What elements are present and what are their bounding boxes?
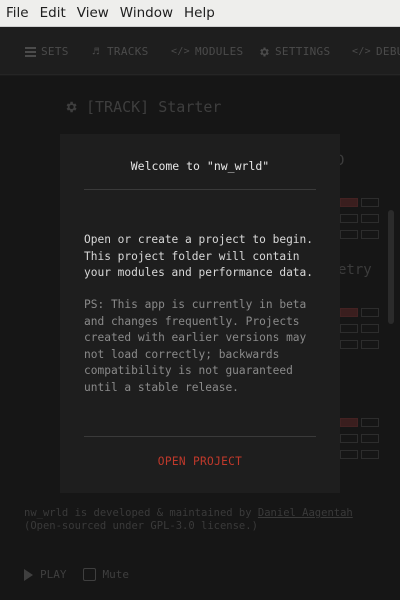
gear-icon	[258, 46, 270, 58]
step-cell[interactable]	[340, 214, 358, 223]
play-button-label[interactable]: PLAY	[40, 568, 67, 581]
nav-tracks[interactable]: ♬ TRACKS	[90, 45, 149, 58]
step-cell[interactable]	[340, 230, 358, 239]
modal-description: Open or create a project to begin. This …	[84, 233, 314, 279]
menu-file[interactable]: File	[1, 5, 34, 21]
divider	[84, 189, 316, 190]
nav-debug[interactable]: </> DEBUG	[352, 45, 400, 58]
sequencer-row	[340, 214, 379, 223]
credits-text: nw_wrld is developed & maintained by Dan…	[24, 507, 353, 533]
step-cell[interactable]	[361, 418, 379, 427]
credits-line-1: nw_wrld is developed & maintained by Dan…	[24, 507, 353, 520]
app-nav: SETS ♬ TRACKS </> MODULES SETTINGS </> D…	[0, 27, 400, 75]
sequencer-row	[340, 434, 379, 443]
vertical-scrollbar[interactable]	[388, 210, 394, 324]
sequencer-row	[340, 340, 379, 349]
step-cell[interactable]	[361, 308, 379, 317]
mute-label[interactable]: Mute	[103, 568, 130, 581]
play-icon[interactable]	[24, 568, 33, 581]
step-cell[interactable]	[361, 198, 379, 207]
step-cell[interactable]	[361, 324, 379, 333]
nav-tracks-label: TRACKS	[107, 45, 149, 58]
step-cell[interactable]	[340, 324, 358, 333]
nav-settings[interactable]: SETTINGS	[258, 45, 330, 58]
divider	[84, 436, 316, 437]
nav-debug-label: DEBUG	[375, 45, 400, 58]
nav-modules-label: MODULES	[194, 45, 244, 58]
os-menu-bar: File Edit View Window Help	[0, 0, 400, 27]
credits-prefix: nw_wrld is developed & maintained by	[24, 507, 258, 519]
step-cell[interactable]	[340, 198, 358, 207]
step-cell[interactable]	[361, 340, 379, 349]
menu-view[interactable]: View	[72, 5, 114, 21]
module-heading-fragment: etry	[338, 262, 372, 278]
sequencer-row	[340, 450, 379, 459]
step-cell[interactable]	[340, 308, 358, 317]
code-icon: </>	[171, 46, 190, 57]
player-controls: PLAY Mute	[24, 568, 129, 581]
welcome-modal: Welcome to "nw_wrld" Open or create a pr…	[60, 134, 340, 493]
menu-edit[interactable]: Edit	[35, 5, 71, 21]
sequencer-row	[340, 308, 379, 317]
music-note-icon: ♬	[92, 45, 100, 58]
step-cell[interactable]	[361, 230, 379, 239]
step-cell[interactable]	[361, 214, 379, 223]
track-title: [TRACK] Starter	[86, 98, 222, 116]
sequencer-row	[340, 198, 379, 207]
sequencer-row	[340, 418, 379, 427]
sequencer-row	[340, 230, 379, 239]
nav-sets[interactable]: SETS	[24, 45, 69, 58]
menu-window[interactable]: Window	[115, 5, 178, 21]
credits-line-2: (Open-sourced under GPL-3.0 license.)	[24, 520, 258, 532]
step-cell[interactable]	[340, 418, 358, 427]
nav-settings-label: SETTINGS	[275, 45, 331, 58]
gear-icon[interactable]	[64, 100, 78, 114]
step-cell[interactable]	[361, 450, 379, 459]
nav-sets-label: SETS	[41, 45, 69, 58]
modal-title: Welcome to "nw_wrld"	[130, 159, 270, 173]
open-project-button[interactable]: OPEN PROJECT	[84, 446, 316, 476]
track-header: [TRACK] Starter	[64, 98, 221, 116]
step-cell[interactable]	[361, 434, 379, 443]
list-icon	[24, 46, 36, 58]
author-link[interactable]: Daniel Aagentah	[258, 507, 353, 519]
menu-help[interactable]: Help	[179, 5, 220, 21]
modal-beta-note: PS: This app is currently in beta and ch…	[84, 298, 307, 394]
step-cell[interactable]	[340, 450, 358, 459]
step-cell[interactable]	[340, 340, 358, 349]
step-cell[interactable]	[340, 434, 358, 443]
mute-checkbox[interactable]	[82, 568, 96, 581]
nav-modules[interactable]: </> MODULES	[171, 45, 243, 58]
code-icon: </>	[352, 46, 371, 57]
sequencer-row	[340, 324, 379, 333]
